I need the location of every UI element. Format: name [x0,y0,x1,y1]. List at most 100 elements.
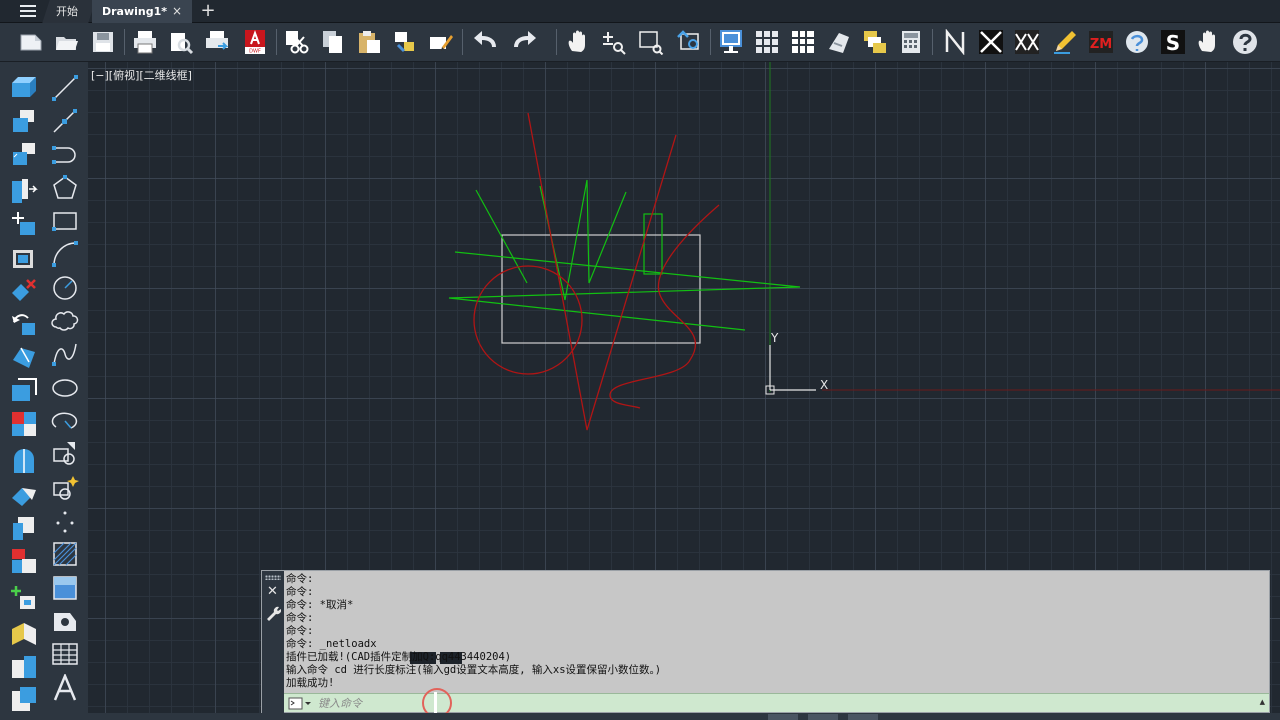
command-window: ✕ 命令: 命令: 命令: *取消* 命令: 命令: 命令: _netloadx… [261,570,1270,718]
plugin-pencil-icon[interactable] [1050,27,1080,57]
explode-icon[interactable] [10,584,38,612]
command-prompt-icon[interactable] [288,697,312,710]
dwf-export-icon[interactable]: DWF [240,27,270,57]
plot-icon[interactable] [202,27,232,57]
polyline-icon[interactable] [51,140,79,168]
region-icon[interactable] [51,607,79,635]
stretch-icon[interactable] [10,377,38,405]
tool-palette-icon[interactable] [788,27,818,57]
undo-icon[interactable] [470,27,500,57]
rectangle-icon[interactable] [51,207,79,235]
ucs-icon: Y X [765,331,828,395]
redo-icon[interactable] [510,27,540,57]
drag-grip-icon[interactable] [265,575,281,580]
print-preview-icon[interactable] [166,27,196,57]
ellipse-icon[interactable] [51,374,79,402]
pan-icon[interactable] [564,27,594,57]
arc-icon[interactable] [51,240,79,268]
tab-start[interactable]: 开始 [42,0,96,23]
make-block-icon[interactable] [51,474,79,502]
rotate-icon[interactable] [10,244,38,272]
scale-icon[interactable] [10,344,38,372]
hatch-icon[interactable] [51,540,79,568]
properties-icon[interactable] [716,27,746,57]
print-icon[interactable] [130,27,160,57]
move-icon[interactable] [10,210,38,238]
table-icon[interactable] [51,640,79,668]
offset-icon[interactable] [10,177,38,205]
cut-icon[interactable] [282,27,312,57]
copy-icon[interactable] [318,27,348,57]
tab-drawing1[interactable]: Drawing1* × [92,0,192,23]
svg-text:ZM: ZM [1090,37,1112,52]
open-icon[interactable] [52,27,82,57]
break-icon[interactable] [10,480,38,508]
gradient-icon[interactable] [51,574,79,602]
help-icon[interactable] [1230,27,1260,57]
copy-object-icon[interactable] [10,107,38,135]
save-icon[interactable] [88,27,118,57]
trim-icon[interactable] [10,410,38,438]
plugin-xx-icon[interactable] [1012,27,1042,57]
chamfer-icon[interactable] [10,514,38,542]
plugin-hand-icon[interactable] [1194,27,1224,57]
plugin-cross-icon[interactable] [976,27,1006,57]
layout-tab[interactable] [768,714,798,720]
sheet-set-icon[interactable] [824,27,854,57]
align-icon[interactable] [10,619,38,647]
zoom-realtime-icon[interactable] [598,27,628,57]
design-center-icon[interactable] [752,27,782,57]
plugin-n-icon[interactable] [940,27,970,57]
cad-application-window: 开始 Drawing1* × + DWF ZM S [−][俯视][二维线框] … [0,0,1280,720]
tab-start-label: 开始 [56,5,78,18]
line-icon[interactable] [51,74,79,102]
revision-cloud-icon[interactable] [51,307,79,335]
document-tab-bar: 开始 Drawing1* × + [0,0,1280,23]
command-history-line: 命令: [286,573,314,585]
fillet-icon[interactable] [10,547,38,575]
zoom-window-icon[interactable] [636,27,666,57]
standard-toolbar: DWF ZM S [0,23,1280,62]
join-icon[interactable] [10,652,38,680]
erase-icon[interactable] [10,277,38,305]
wrench-icon[interactable] [265,605,281,621]
close-icon[interactable]: ✕ [267,585,278,599]
application-menu-button[interactable] [14,3,42,20]
command-history-line: 输入命令 cd 进行长度标注(输入gd设置文本高度, 输入xs设置保留小数位数。… [286,664,662,676]
ucs-y-label: Y [770,331,779,345]
calculator-icon[interactable] [896,27,926,57]
array-icon[interactable] [10,685,38,713]
point-icon[interactable] [51,507,79,535]
erase-solid-icon[interactable] [10,74,38,102]
tab-close-icon[interactable]: × [172,0,182,23]
plugin-s-icon[interactable]: S [1158,27,1188,57]
plugin-s-logo-icon[interactable] [1122,27,1152,57]
new-tab-button[interactable]: + [198,0,218,22]
markup-icon[interactable] [860,27,890,57]
construction-line-icon[interactable] [51,107,79,135]
insert-block-icon[interactable] [51,440,79,468]
left-tool-palettes [0,62,88,720]
spline-icon[interactable] [51,340,79,368]
layout-tab[interactable] [848,714,878,720]
polygon-icon[interactable] [51,174,79,202]
multiline-text-icon[interactable] [51,672,79,702]
ellipse-arc-icon[interactable] [51,407,79,435]
status-bar [88,713,1280,720]
scroll-up-icon[interactable]: ▲ [1260,698,1265,706]
paste-icon[interactable] [354,27,384,57]
circle-icon[interactable] [51,274,79,302]
layout-tab[interactable] [808,714,838,720]
block-editor-icon[interactable] [426,27,456,57]
new-icon[interactable] [16,27,46,57]
red-circle [473,265,583,375]
svg-text:S: S [1166,31,1180,55]
rotate-object-icon[interactable] [10,310,38,338]
zoom-previous-icon[interactable] [674,27,704,57]
match-properties-icon[interactable] [390,27,420,57]
plugin-zm-icon[interactable]: ZM [1086,27,1116,57]
command-window-handle[interactable]: ✕ [262,571,284,714]
mirror-icon[interactable] [10,140,38,168]
command-input[interactable] [318,695,718,711]
extend-icon[interactable] [10,447,38,475]
